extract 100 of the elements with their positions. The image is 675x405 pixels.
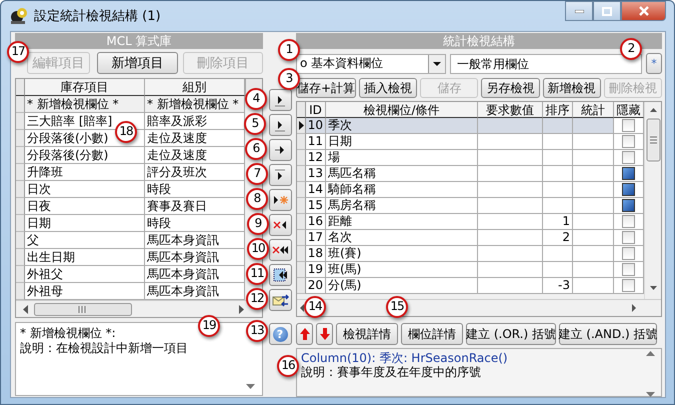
hidden-checkbox[interactable] [622, 215, 635, 228]
table-cell[interactable]: 日夜 [27, 199, 51, 213]
table-cell[interactable] [543, 182, 573, 198]
table-cell[interactable]: 13 [306, 166, 326, 182]
table-cell[interactable] [543, 246, 573, 262]
table-cell[interactable] [573, 150, 614, 166]
vertical-scrollbar[interactable] [644, 102, 662, 300]
hidden-checkbox[interactable] [622, 167, 635, 180]
table-cell[interactable] [543, 262, 573, 278]
insert-button[interactable] [268, 114, 292, 136]
hidden-checkbox[interactable] [622, 151, 635, 164]
move-up-button[interactable] [296, 323, 313, 346]
table-cell[interactable]: 17 [306, 230, 326, 246]
view-button[interactable]: 另存檢視 [481, 78, 540, 98]
hidden-checkbox[interactable] [622, 199, 635, 212]
table-cell[interactable] [478, 182, 543, 198]
table-cell[interactable]: 距離 [326, 214, 478, 230]
table-cell[interactable] [478, 134, 543, 150]
table-cell[interactable] [478, 118, 543, 134]
table-cell[interactable]: 14 [306, 182, 326, 198]
table-cell[interactable]: 日次 [27, 182, 51, 196]
library-button[interactable]: 新增項目 [97, 52, 178, 74]
maximize-button[interactable] [593, 1, 621, 21]
view-button[interactable]: 插入檢視 [359, 78, 418, 98]
table-cell[interactable] [573, 166, 614, 182]
table-cell[interactable]: 分(馬) [326, 278, 478, 294]
table-cell[interactable]: 班(賽) [326, 246, 478, 262]
scroll-right-icon[interactable] [239, 304, 244, 314]
table-cell[interactable] [478, 262, 543, 278]
table-cell[interactable] [573, 134, 614, 150]
table-cell[interactable] [478, 230, 543, 246]
table-cell[interactable]: * 新增檢視欄位 * [145, 96, 245, 113]
table-cell[interactable] [543, 166, 573, 182]
category-dropdown[interactable]: o 基本資料欄位 [296, 54, 446, 74]
table-cell[interactable] [478, 246, 543, 262]
detail-button[interactable]: 欄位詳情 [401, 323, 463, 346]
table-cell[interactable] [478, 278, 543, 294]
table-cell[interactable]: 班(馬) [326, 262, 478, 278]
table-cell[interactable] [573, 230, 614, 246]
vertical-scrollbar[interactable] [646, 351, 655, 398]
table-cell[interactable]: 名次 [326, 230, 478, 246]
append-button[interactable] [268, 139, 292, 161]
star-button[interactable]: * [646, 53, 662, 74]
table-cell[interactable] [573, 198, 614, 214]
table-cell[interactable]: 時段 [147, 216, 171, 230]
table-cell[interactable]: * 新增檢視欄位 * [25, 96, 145, 113]
hidden-checkbox[interactable] [622, 135, 635, 148]
table-cell[interactable] [543, 118, 573, 134]
table-cell[interactable] [543, 150, 573, 166]
table-cell[interactable] [573, 246, 614, 262]
table-cell[interactable] [543, 198, 573, 214]
remove-button[interactable] [268, 214, 292, 236]
table-cell[interactable]: 日期 [27, 216, 51, 230]
insert-button[interactable] [268, 89, 292, 111]
table-cell[interactable]: 馬匹名稱 [326, 166, 478, 182]
swap-button[interactable] [268, 289, 292, 311]
new-field-button[interactable] [268, 189, 292, 211]
table-cell[interactable] [478, 150, 543, 166]
scroll-left-icon[interactable] [23, 304, 28, 314]
detail-button[interactable]: 建立 (.OR.) 括號 [466, 323, 556, 346]
field-set-field[interactable]: 一般常用欄位 [450, 54, 642, 74]
detail-button[interactable]: 檢視詳情 [336, 323, 398, 346]
table-cell[interactable] [573, 214, 614, 230]
close-button[interactable] [621, 1, 666, 21]
table-cell[interactable]: 16 [306, 214, 326, 230]
table-cell[interactable] [543, 134, 573, 150]
table-cell[interactable]: 2 [543, 230, 573, 246]
view-button[interactable]: 新增檢視 [542, 78, 601, 98]
scrollbar-thumb[interactable] [34, 302, 132, 316]
table-cell[interactable]: 12 [306, 150, 326, 166]
table-cell[interactable]: 20 [306, 278, 326, 294]
table-cell[interactable]: 騎師名稱 [326, 182, 478, 198]
hidden-checkbox[interactable] [622, 279, 635, 292]
scroll-right-icon[interactable] [632, 304, 636, 312]
row-header[interactable] [297, 118, 306, 134]
table-cell[interactable]: 15 [306, 198, 326, 214]
table-cell[interactable]: 日期 [326, 134, 478, 150]
table-cell[interactable] [478, 214, 543, 230]
table-cell[interactable]: -3 [543, 278, 573, 294]
scroll-down-icon[interactable] [246, 384, 255, 389]
table-cell[interactable] [573, 118, 614, 134]
hidden-checkbox[interactable] [622, 263, 635, 276]
table-cell[interactable]: 季次 [326, 118, 478, 134]
hidden-checkbox[interactable] [622, 119, 635, 132]
table-cell[interactable]: 馬房名稱 [326, 198, 478, 214]
table-cell[interactable]: 場 [326, 150, 478, 166]
clear-button[interactable] [268, 264, 292, 286]
table-cell[interactable]: 10 [306, 118, 326, 134]
hidden-checkbox[interactable] [622, 231, 635, 244]
minimize-button[interactable] [565, 1, 593, 21]
table-cell[interactable]: 1 [543, 214, 573, 230]
detail-button[interactable]: 建立 (.AND.) 括號 [559, 323, 657, 346]
remove-all-button[interactable] [268, 239, 292, 261]
table-cell[interactable]: 時段 [147, 182, 171, 196]
insert-button[interactable] [268, 164, 292, 186]
table-cell[interactable]: 11 [306, 134, 326, 150]
table-cell[interactable] [573, 262, 614, 278]
table-cell[interactable]: 18 [306, 246, 326, 262]
table-cell[interactable]: 父 [27, 233, 39, 247]
hidden-checkbox[interactable] [622, 183, 635, 196]
